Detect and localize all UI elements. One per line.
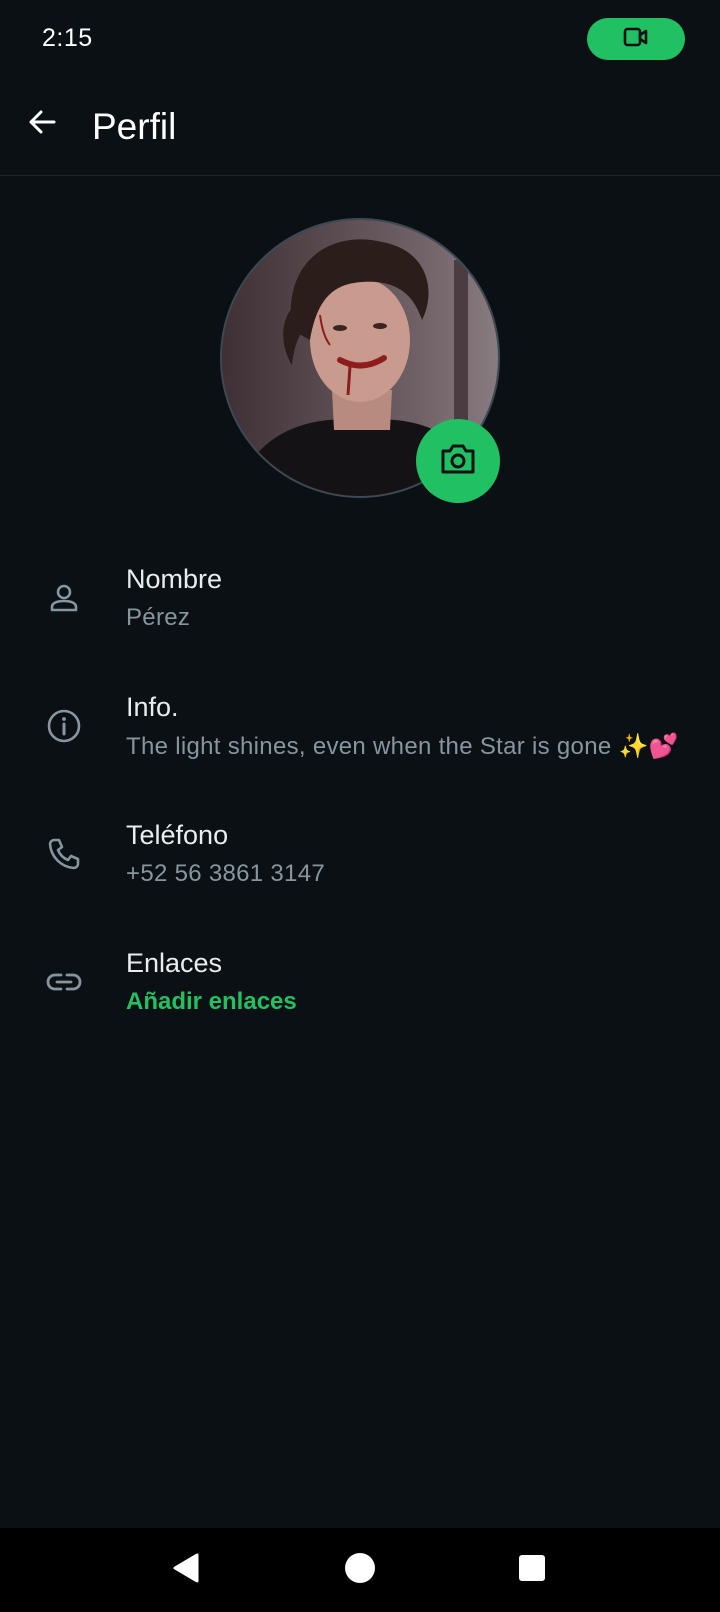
profile-screen: 2:15 Perfil Nombre Pérez Info. The light… xyxy=(0,0,720,1612)
person-icon xyxy=(40,574,88,622)
link-icon xyxy=(40,958,88,1006)
links-label: Enlaces xyxy=(126,948,223,978)
info-icon xyxy=(40,702,88,750)
square-recents-icon xyxy=(518,1554,546,1587)
triangle-back-icon xyxy=(171,1552,201,1589)
name-row[interactable]: Nombre Pérez xyxy=(0,556,720,666)
page-title: Perfil xyxy=(92,106,177,147)
name-value: Pérez xyxy=(126,604,191,631)
change-photo-button[interactable] xyxy=(416,419,500,503)
app-bar: Perfil xyxy=(0,80,720,176)
about-value: The light shines, even when the Star is … xyxy=(126,733,679,760)
nav-back-button[interactable] xyxy=(164,1548,208,1592)
about-row[interactable]: Info. The light shines, even when the St… xyxy=(0,684,720,794)
camera-icon xyxy=(439,442,477,481)
ongoing-call-pill[interactable] xyxy=(587,18,685,60)
nav-recents-button[interactable] xyxy=(510,1548,554,1592)
status-time: 2:15 xyxy=(42,24,93,52)
videocam-icon xyxy=(623,26,649,53)
nav-home-button[interactable] xyxy=(338,1548,382,1592)
back-button[interactable] xyxy=(18,100,66,148)
about-label: Info. xyxy=(126,692,179,722)
add-links-link[interactable]: Añadir enlaces xyxy=(126,988,297,1016)
status-bar: 2:15 xyxy=(0,0,720,80)
phone-label: Teléfono xyxy=(126,820,229,850)
phone-value: +52 56 3861 3147 xyxy=(126,860,325,887)
name-label: Nombre xyxy=(126,564,223,594)
phone-row: Teléfono +52 56 3861 3147 xyxy=(0,812,720,922)
phone-icon xyxy=(40,830,88,878)
links-row[interactable]: Enlaces Añadir enlaces xyxy=(0,940,720,1050)
circle-home-icon xyxy=(344,1552,376,1589)
system-nav-bar xyxy=(0,1528,720,1612)
arrow-left-icon xyxy=(26,106,58,143)
